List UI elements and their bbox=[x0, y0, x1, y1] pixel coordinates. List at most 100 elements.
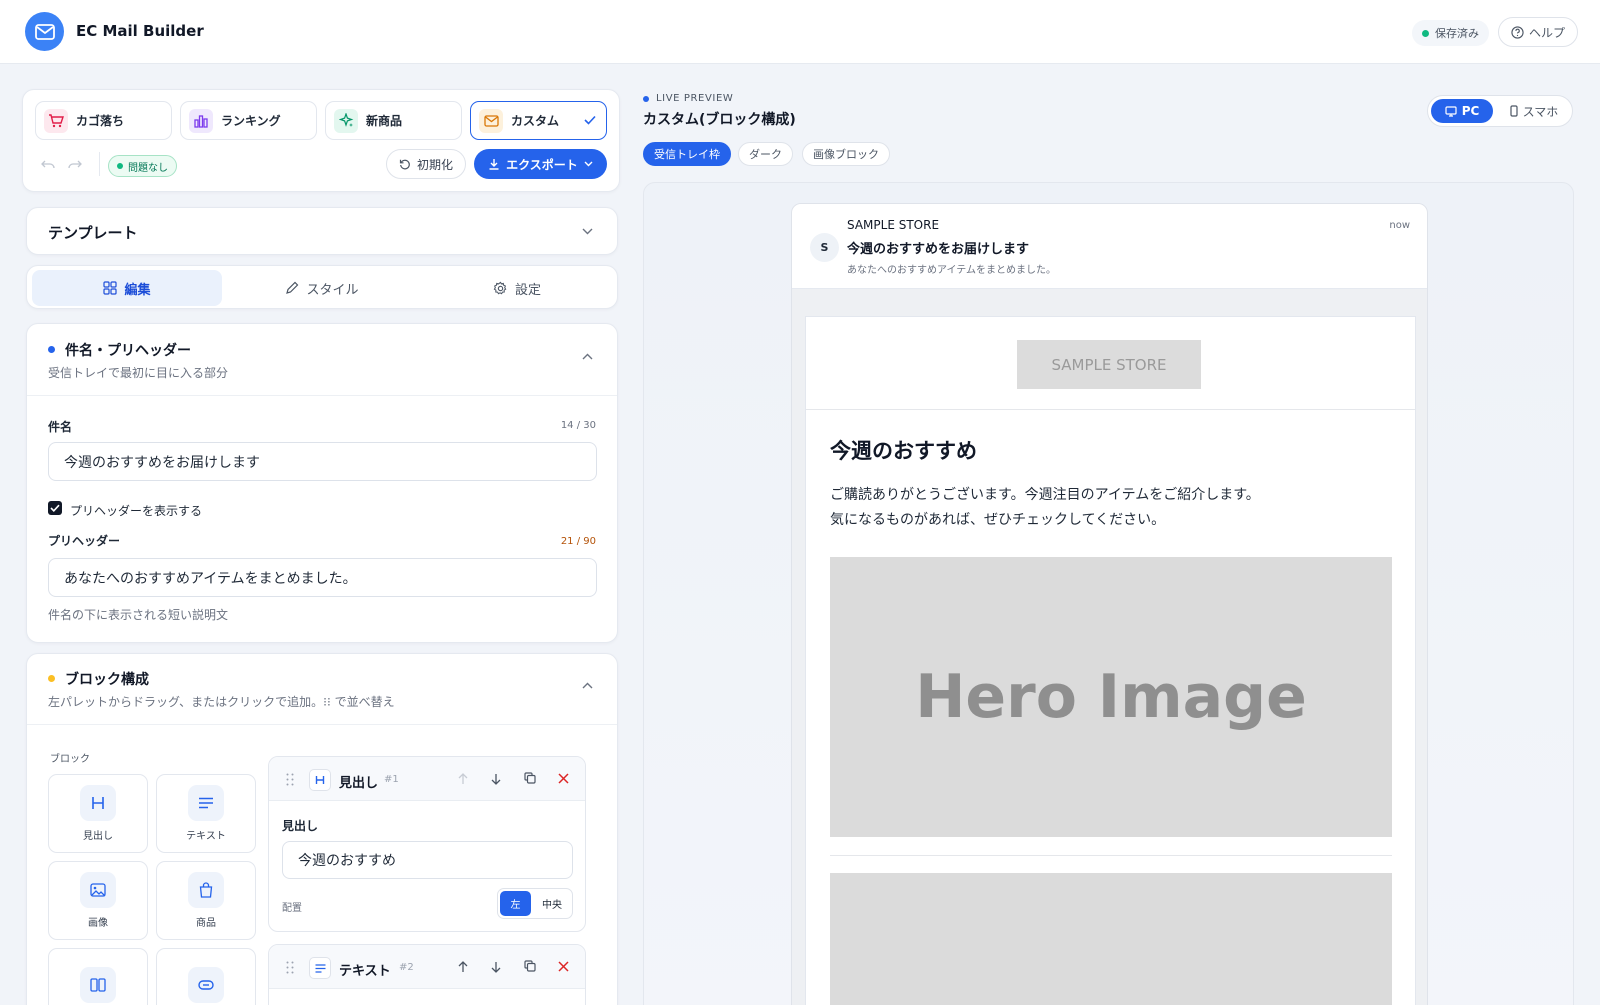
app-header bbox=[0, 0, 1600, 64]
template-switcher-card: カゴ落ち ランキング 新商品 カスタム 問題なし 初期化 エクスポート bbox=[22, 89, 620, 192]
drag-handle-icon[interactable] bbox=[286, 773, 294, 786]
monitor-icon bbox=[1445, 105, 1457, 117]
inbox-subject: 今週のおすすめをお届けします bbox=[847, 242, 1030, 257]
align-label: 配置 bbox=[282, 903, 302, 914]
inbox-preheader: あなたへのおすすめアイテムをまとめました。 bbox=[847, 265, 1056, 276]
align-left-option[interactable]: 左 bbox=[500, 891, 531, 916]
sender-avatar: S bbox=[810, 233, 839, 262]
mode-tabs: 編集 スタイル 設定 bbox=[26, 265, 618, 309]
device-mobile-button[interactable]: スマホ bbox=[1498, 99, 1570, 123]
tab-label: 設定 bbox=[514, 282, 541, 298]
image-placeholder bbox=[830, 873, 1392, 1005]
section-title: 件名・プリヘッダー bbox=[65, 343, 191, 359]
palette-button[interactable] bbox=[156, 948, 256, 1005]
arrow-down-icon[interactable] bbox=[491, 961, 501, 973]
email-section-divider bbox=[830, 855, 1392, 856]
arrow-down-icon[interactable] bbox=[491, 773, 501, 785]
columns-icon bbox=[80, 966, 116, 1003]
gear-icon bbox=[493, 281, 507, 294]
arrow-up-icon[interactable] bbox=[458, 961, 468, 973]
subject-preheader-section: 件名・プリヘッダー 受信トレイで最初に目に入る部分 件名 14 / 30 今週の… bbox=[26, 323, 618, 643]
duplicate-icon[interactable] bbox=[524, 772, 536, 784]
app-title: EC Mail Builder bbox=[76, 22, 204, 40]
tab-edit[interactable]: 編集 bbox=[32, 270, 222, 306]
close-icon[interactable] bbox=[558, 961, 569, 972]
undo-icon[interactable] bbox=[41, 160, 55, 170]
smartphone-icon bbox=[1510, 105, 1518, 117]
preheader-input[interactable]: あなたへのおすすめアイテムをまとめました。 bbox=[48, 558, 597, 597]
show-preheader-label[interactable]: プリヘッダーを表示する bbox=[70, 502, 202, 519]
palette-columns[interactable] bbox=[48, 948, 148, 1005]
grid-icon bbox=[103, 281, 118, 295]
tab-ranking[interactable]: ランキング bbox=[180, 101, 317, 140]
tab-label: 編集 bbox=[124, 282, 151, 298]
palette-label: 画像 bbox=[88, 918, 108, 929]
drag-handle-icon[interactable] bbox=[286, 961, 294, 974]
check-icon bbox=[50, 504, 60, 512]
tab-label: 新商品 bbox=[366, 114, 403, 128]
block-title: 見出し bbox=[339, 776, 379, 791]
tab-label: カスタム bbox=[511, 114, 560, 128]
preheader-label: プリヘッダー bbox=[48, 534, 121, 548]
close-icon[interactable] bbox=[558, 773, 569, 784]
reset-button[interactable]: 初期化 bbox=[386, 149, 466, 179]
subject-label: 件名 bbox=[48, 420, 73, 434]
email-logo: SAMPLE STORE bbox=[1017, 340, 1201, 389]
arrow-up-icon[interactable] bbox=[458, 773, 468, 785]
sparkle-icon bbox=[334, 108, 358, 133]
section-subtitle: 受信トレイで最初に目に入る部分 bbox=[48, 366, 229, 380]
tab-new-products[interactable]: 新商品 bbox=[325, 101, 462, 140]
chip-inbox-frame[interactable]: 受信トレイ枠 bbox=[643, 142, 731, 166]
chevron-down-icon bbox=[582, 228, 593, 235]
help-button[interactable]: ヘルプ bbox=[1498, 17, 1579, 47]
sender-name: SAMPLE STORE bbox=[847, 218, 940, 232]
section-dot-icon bbox=[48, 675, 55, 682]
duplicate-icon[interactable] bbox=[524, 960, 536, 972]
device-pc-button[interactable]: PC bbox=[1431, 99, 1493, 123]
block-item-text: テキスト #2 bbox=[268, 944, 586, 1005]
preheader-help: 件名の下に表示される短い説明文 bbox=[48, 608, 229, 622]
blocks-section: ブロック構成 左パレットからドラッグ、またはクリックで追加。⁝⁝ で並べ替え ブ… bbox=[26, 653, 618, 1005]
palette-heading[interactable]: 見出し bbox=[48, 774, 148, 853]
align-center-option[interactable]: 中央 bbox=[533, 891, 571, 916]
tab-custom[interactable]: カスタム bbox=[470, 101, 607, 140]
email-body: SAMPLE STORE 今週のおすすめ ご購読ありがとうございます。今週注目の… bbox=[805, 316, 1416, 1005]
tab-settings[interactable]: 設定 bbox=[422, 270, 612, 306]
palette-text[interactable]: テキスト bbox=[156, 774, 256, 853]
tab-label: ランキング bbox=[221, 114, 281, 128]
template-section[interactable]: テンプレート bbox=[26, 207, 618, 255]
hero-image: Hero Image bbox=[830, 557, 1392, 837]
chip-image-blocks[interactable]: 画像ブロック bbox=[802, 142, 890, 166]
button-icon bbox=[188, 966, 224, 1003]
device-toggle: PC スマホ bbox=[1427, 95, 1573, 127]
block-item-heading: 見出し #1 見出し 今週のおすすめ 配置 左 中央 bbox=[268, 756, 586, 932]
inbox-frame: S SAMPLE STORE now 今週のおすすめをお届けします あなたへのお… bbox=[791, 203, 1428, 1005]
palette-label: 商品 bbox=[196, 918, 216, 929]
chevron-up-icon[interactable] bbox=[582, 682, 593, 689]
show-preheader-checkbox[interactable] bbox=[48, 501, 62, 515]
palette-label: テキスト bbox=[186, 831, 226, 842]
subject-input[interactable]: 今週のおすすめをお届けします bbox=[48, 442, 597, 481]
palette-product[interactable]: 商品 bbox=[156, 861, 256, 940]
palette-label: 見出し bbox=[83, 831, 113, 842]
tab-style[interactable]: スタイル bbox=[227, 270, 417, 306]
inbox-time: now bbox=[1389, 220, 1410, 231]
saved-label: 保存済み bbox=[1435, 27, 1479, 40]
chip-dark[interactable]: ダーク bbox=[738, 142, 793, 166]
bar-chart-icon bbox=[189, 108, 213, 133]
chevron-down-icon bbox=[584, 161, 593, 167]
chevron-up-icon[interactable] bbox=[582, 353, 593, 360]
tab-label: カゴ落ち bbox=[76, 114, 125, 128]
heading-text-input[interactable]: 今週のおすすめ bbox=[282, 841, 573, 879]
align-toggle: 左 中央 bbox=[497, 888, 573, 919]
reset-icon bbox=[399, 159, 410, 170]
tab-cart-abandon[interactable]: カゴ落ち bbox=[35, 101, 172, 140]
device-label: スマホ bbox=[1522, 104, 1559, 119]
section-divider bbox=[27, 724, 617, 725]
palette-image[interactable]: 画像 bbox=[48, 861, 148, 940]
text-lines-icon bbox=[188, 785, 224, 821]
email-body-line1: ご購読ありがとうございます。今週注目のアイテムをご紹介します。 bbox=[830, 487, 1260, 503]
redo-icon[interactable] bbox=[68, 160, 82, 170]
shopping-bag-icon bbox=[188, 872, 224, 908]
export-button[interactable]: エクスポート bbox=[474, 149, 607, 179]
